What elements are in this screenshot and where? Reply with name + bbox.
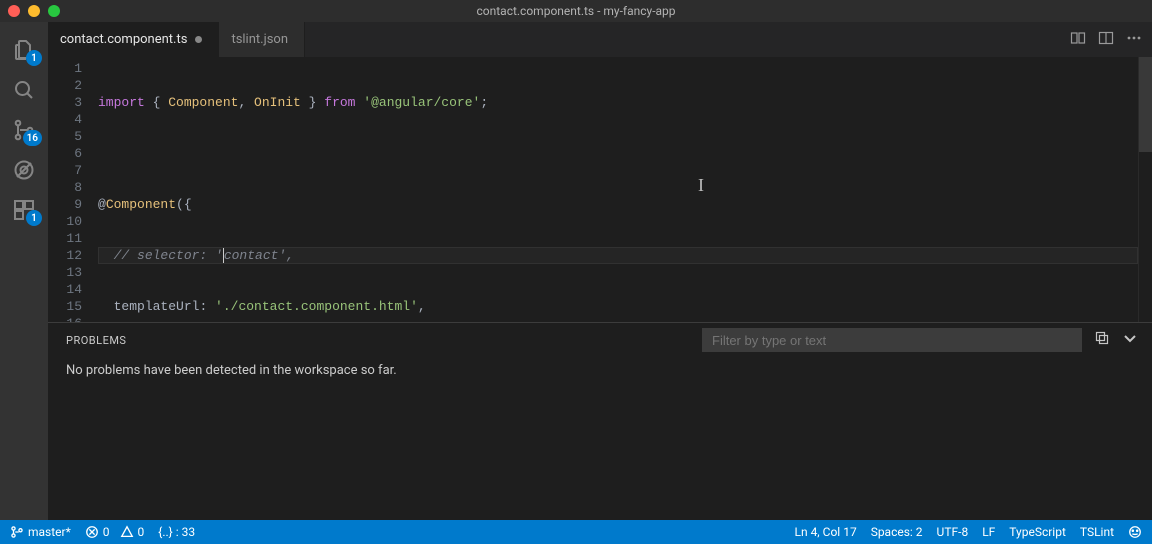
status-encoding[interactable]: UTF-8 <box>937 525 969 539</box>
error-icon <box>85 525 99 539</box>
minimize-window-button[interactable] <box>28 5 40 17</box>
activity-explorer[interactable]: 1 <box>0 30 48 70</box>
line-number-gutter: 1 2 3 4 5 6 7 8 9 10 11 12 13 14 15 16 <box>48 57 98 322</box>
status-json-outline[interactable]: {..} : 33 <box>158 525 195 539</box>
activity-scm-badge: 16 <box>23 130 42 146</box>
scrollbar-thumb[interactable] <box>1139 57 1152 152</box>
status-branch[interactable]: master* <box>10 525 71 539</box>
status-eol[interactable]: LF <box>982 525 995 539</box>
window-title: contact.component.ts - my-fancy-app <box>476 4 675 18</box>
activity-extensions-badge: 1 <box>26 210 42 226</box>
status-tslint[interactable]: TSLint <box>1080 525 1114 539</box>
code-content[interactable]: import { Component, OnInit } from '@angu… <box>98 57 1138 322</box>
compare-changes-icon[interactable] <box>1070 30 1086 50</box>
text-cursor-icon: I <box>698 177 704 194</box>
problems-panel: PROBLEMS No problems have <box>48 322 1152 520</box>
problems-message: No problems have been detected in the wo… <box>48 357 1152 384</box>
tab-label: tslint.json <box>231 32 288 47</box>
status-errors[interactable]: 0 0 <box>85 525 145 539</box>
search-icon <box>12 78 36 102</box>
modified-dot-icon <box>195 36 202 43</box>
split-editor-icon[interactable] <box>1098 30 1114 50</box>
more-actions-icon[interactable] <box>1126 30 1142 50</box>
status-cursor[interactable]: Ln 4, Col 17 <box>795 525 857 539</box>
tab-label: contact.component.ts <box>60 32 187 47</box>
status-bar: master* 0 0 {..} : 33 Ln 4, Col 17 Space… <box>0 520 1152 544</box>
panel-chevron-down-icon[interactable] <box>1122 330 1138 350</box>
maximize-window-button[interactable] <box>48 5 60 17</box>
editor-tabs: contact.component.ts tslint.json <box>48 22 1152 57</box>
activity-search[interactable] <box>0 70 48 110</box>
status-indent[interactable]: Spaces: 2 <box>871 525 923 539</box>
no-bug-icon <box>12 158 36 182</box>
activity-debug[interactable] <box>0 150 48 190</box>
activity-extensions[interactable]: 1 <box>0 190 48 230</box>
overview-ruler[interactable] <box>1138 57 1152 322</box>
collapse-all-icon[interactable] <box>1094 330 1110 350</box>
problems-filter-input[interactable] <box>702 328 1082 352</box>
tab-contact-component[interactable]: contact.component.ts <box>48 22 219 57</box>
status-feedback[interactable] <box>1128 525 1142 539</box>
status-language[interactable]: TypeScript <box>1009 525 1066 539</box>
code-editor[interactable]: 1 2 3 4 5 6 7 8 9 10 11 12 13 14 15 16 i… <box>48 57 1152 322</box>
tab-tslint-json[interactable]: tslint.json <box>219 22 305 57</box>
activity-scm[interactable]: 16 <box>0 110 48 150</box>
activity-explorer-badge: 1 <box>26 50 42 66</box>
smiley-icon <box>1128 525 1142 539</box>
git-branch-icon <box>10 525 24 539</box>
activity-bar: 1 16 1 <box>0 22 48 520</box>
window-controls <box>8 0 60 22</box>
close-window-button[interactable] <box>8 5 20 17</box>
panel-tab-problems[interactable]: PROBLEMS <box>66 334 126 347</box>
warning-icon <box>120 525 134 539</box>
window-titlebar: contact.component.ts - my-fancy-app <box>0 0 1152 22</box>
